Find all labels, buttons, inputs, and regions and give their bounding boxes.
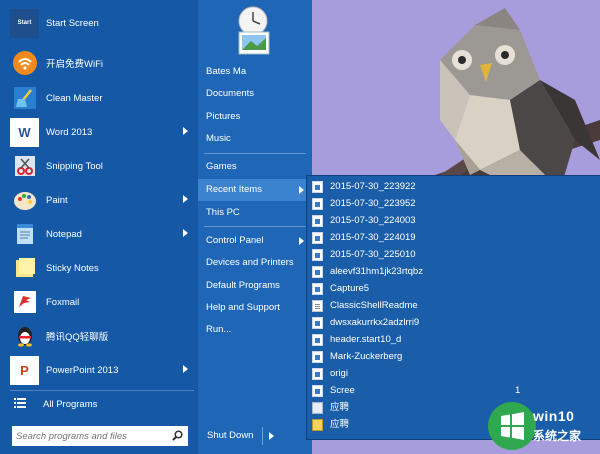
program-paint[interactable]: Paint: [10, 184, 194, 216]
image-file-icon: [312, 367, 323, 380]
recent-item[interactable]: dwsxakurrkx2adzlrri9: [312, 314, 419, 331]
watermark-text: 系统之家: [533, 429, 582, 443]
start-menu-programs-panel: Start Start Screen 开启免费WiFi Clean Master…: [0, 0, 198, 454]
program-label: Snipping Tool: [46, 160, 103, 172]
recent-item[interactable]: aleevf31hm1jk23rtqbz: [312, 263, 423, 280]
divider: [10, 390, 194, 391]
image-file-icon: [312, 231, 323, 244]
start-menu-places-panel: Bates Ma Documents Pictures Music Games …: [198, 0, 312, 454]
program-snipping-tool[interactable]: Snipping Tool: [10, 150, 194, 182]
user-picture-icon: [229, 4, 277, 56]
divider: [204, 153, 306, 154]
powerpoint-icon: P: [10, 355, 39, 385]
program-start-screen[interactable]: Start Start Screen: [10, 7, 194, 39]
sticky-notes-icon: [10, 254, 39, 283]
program-word-2013[interactable]: W Word 2013: [10, 116, 194, 148]
place-help-and-support[interactable]: Help and Support: [198, 297, 312, 319]
list-icon: [14, 397, 34, 411]
program-notepad[interactable]: Notepad: [10, 218, 194, 250]
image-file-icon: [312, 248, 323, 261]
place-default-programs[interactable]: Default Programs: [198, 275, 312, 297]
recent-item[interactable]: 2015-07-30_223952: [312, 195, 416, 212]
recent-item[interactable]: 应聘: [312, 399, 349, 416]
word-icon: W: [10, 117, 39, 147]
start-screen-icon: Start: [10, 8, 39, 38]
program-label: PowerPoint 2013: [46, 364, 119, 376]
image-file-icon: [312, 316, 323, 329]
place-recent-items[interactable]: Recent Items: [198, 179, 312, 201]
recent-item[interactable]: Mark-Zuckerberg: [312, 348, 402, 365]
place-pictures[interactable]: Pictures: [198, 106, 312, 128]
place-documents[interactable]: Documents: [198, 83, 312, 105]
shutdown-options-button[interactable]: [262, 427, 280, 445]
recent-item[interactable]: origi: [312, 365, 348, 382]
submenu-arrow-icon: [183, 229, 188, 237]
image-file-icon: [312, 333, 323, 346]
program-label: 开启免费WiFi: [46, 59, 103, 70]
foxmail-icon: [10, 288, 39, 317]
notepad-icon: [10, 220, 39, 249]
submenu-arrow-icon: [183, 127, 188, 135]
program-label: Word 2013: [46, 126, 93, 138]
recent-item[interactable]: header.start10_d: [312, 331, 401, 348]
document-file-icon: [312, 401, 323, 414]
place-this-pc[interactable]: This PC: [198, 202, 312, 224]
image-file-icon: [312, 282, 323, 295]
program-label: 腾讯QQ轻聊版: [46, 332, 109, 343]
qq-penguin-icon: [10, 322, 39, 351]
program-free-wifi[interactable]: 开启免费WiFi: [10, 47, 194, 79]
program-qq-lite[interactable]: 腾讯QQ轻聊版: [10, 320, 194, 352]
program-label: Clean Master: [46, 92, 103, 104]
search-box[interactable]: [12, 426, 188, 446]
recent-item[interactable]: 2015-07-30_224019: [312, 229, 416, 246]
recent-item[interactable]: 2015-07-30_223922: [312, 178, 416, 195]
place-music[interactable]: Music: [198, 128, 312, 150]
program-label: Foxmail: [46, 296, 80, 308]
recent-item[interactable]: 应聘: [312, 416, 349, 433]
place-run[interactable]: Run...: [198, 319, 312, 341]
recent-item[interactable]: Scree 1: [312, 382, 520, 399]
program-powerpoint-2013[interactable]: P PowerPoint 2013: [10, 354, 194, 386]
program-clean-master[interactable]: Clean Master: [10, 82, 194, 114]
image-file-icon: [312, 214, 323, 227]
all-programs-button[interactable]: All Programs: [10, 394, 194, 414]
scissors-icon: [10, 152, 39, 181]
submenu-arrow-icon: [299, 237, 304, 245]
place-devices-and-printers[interactable]: Devices and Printers: [198, 252, 312, 274]
program-label: Paint: [46, 194, 68, 206]
submenu-arrow-icon: [183, 195, 188, 203]
submenu-arrow-icon: [299, 186, 304, 194]
image-file-icon: [312, 350, 323, 363]
all-programs-label: All Programs: [43, 398, 98, 410]
recent-item[interactable]: 2015-07-30_224003: [312, 212, 416, 229]
palette-icon: [10, 186, 39, 215]
recent-item[interactable]: ClassicShellReadme: [312, 297, 418, 314]
divider: [204, 226, 306, 227]
program-sticky-notes[interactable]: Sticky Notes: [10, 252, 194, 284]
wifi-icon: [10, 49, 39, 78]
submenu-arrow-icon: [183, 365, 188, 373]
program-label: Notepad: [46, 228, 82, 240]
place-games[interactable]: Games: [198, 156, 312, 178]
win10-watermark-logo: [488, 402, 536, 450]
program-label: Sticky Notes: [46, 262, 99, 274]
image-file-icon: [312, 265, 323, 278]
text-file-icon: [312, 299, 323, 312]
zip-file-icon: [312, 418, 323, 431]
place-control-panel[interactable]: Control Panel: [198, 230, 312, 252]
image-file-icon: [312, 384, 323, 397]
image-file-icon: [312, 180, 323, 193]
search-icon[interactable]: [172, 430, 183, 444]
broom-icon: [10, 84, 39, 113]
place-user-folder[interactable]: Bates Ma: [198, 61, 312, 83]
shutdown-button[interactable]: Shut Down: [203, 427, 267, 445]
recent-item[interactable]: Capture5: [312, 280, 369, 297]
program-label: Start Screen: [46, 17, 99, 29]
image-file-icon: [312, 197, 323, 210]
search-input[interactable]: [12, 426, 166, 446]
recent-item[interactable]: 2015-07-30_225010: [312, 246, 416, 263]
program-foxmail[interactable]: Foxmail: [10, 286, 194, 318]
watermark-text: win10: [533, 408, 575, 424]
